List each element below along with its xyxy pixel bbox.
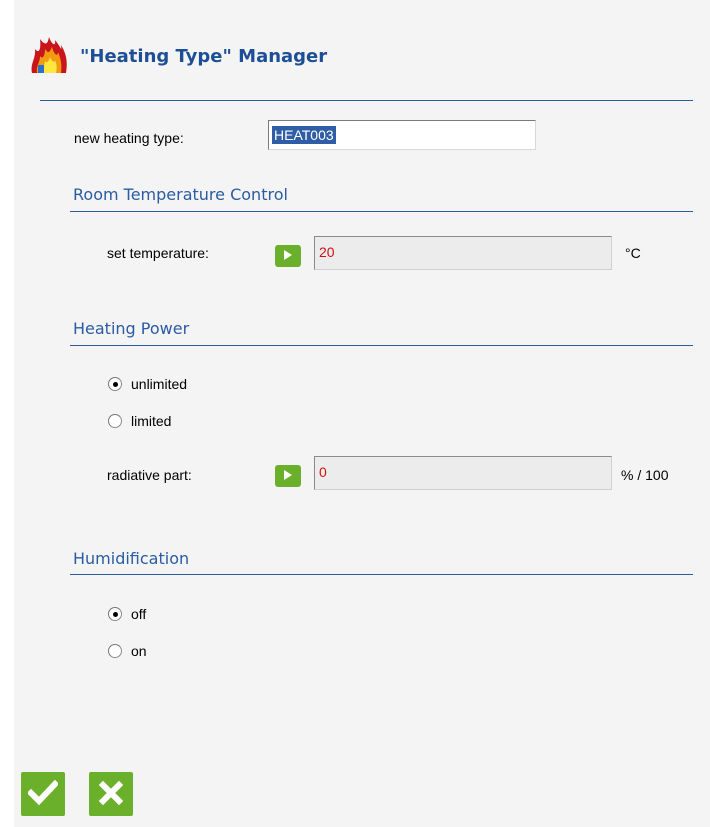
set-temperature-label: set temperature: [107,245,209,261]
new-type-label: new heating type: [74,130,184,146]
temperature-unit: °C [625,245,641,261]
radio-limited-label: limited [131,413,172,429]
set-temperature-input[interactable]: 20 [314,236,612,270]
set-temperature-value: 20 [319,244,335,260]
set-temperature-play-button[interactable] [275,245,301,267]
room-temperature-section-title: Room Temperature Control [73,185,288,204]
radio-off-label: off [131,606,147,622]
radio-unlimited-label: unlimited [131,376,188,392]
humidification-section-title: Humidification [73,549,190,568]
header-divider [40,100,693,101]
radiative-part-play-button[interactable] [275,465,301,487]
heating-power-section-title: Heating Power [73,319,190,338]
fire-icon [28,35,70,78]
radio-on[interactable]: on [108,643,147,659]
checkmark-icon [26,779,60,809]
radio-unlimited[interactable]: unlimited [108,376,187,392]
cancel-button[interactable] [89,772,133,816]
ok-button[interactable] [21,772,65,816]
humidification-divider [70,574,693,575]
radio-button-checked[interactable] [108,607,122,621]
radio-off[interactable]: off [108,606,146,622]
heating-power-divider [70,345,693,346]
radio-limited[interactable]: limited [108,413,171,429]
radiative-part-unit: % / 100 [621,467,669,483]
x-icon [98,780,124,808]
radio-button-unchecked[interactable] [108,644,122,658]
radio-button-checked[interactable] [108,377,122,391]
new-type-input[interactable]: HEAT003 [268,120,536,150]
radiative-part-input[interactable]: 0 [314,456,612,490]
play-icon [283,248,293,264]
dialog-title: "Heating Type" Manager [80,45,328,67]
radio-on-label: on [131,643,147,659]
new-type-value: HEAT003 [272,126,336,144]
dialog-header: "Heating Type" Manager [28,36,327,76]
radiative-part-value: 0 [319,464,327,480]
radiative-part-label: radiative part: [107,467,192,483]
play-icon [283,468,293,484]
radio-button-unchecked[interactable] [108,414,122,428]
room-temperature-divider [70,211,693,212]
